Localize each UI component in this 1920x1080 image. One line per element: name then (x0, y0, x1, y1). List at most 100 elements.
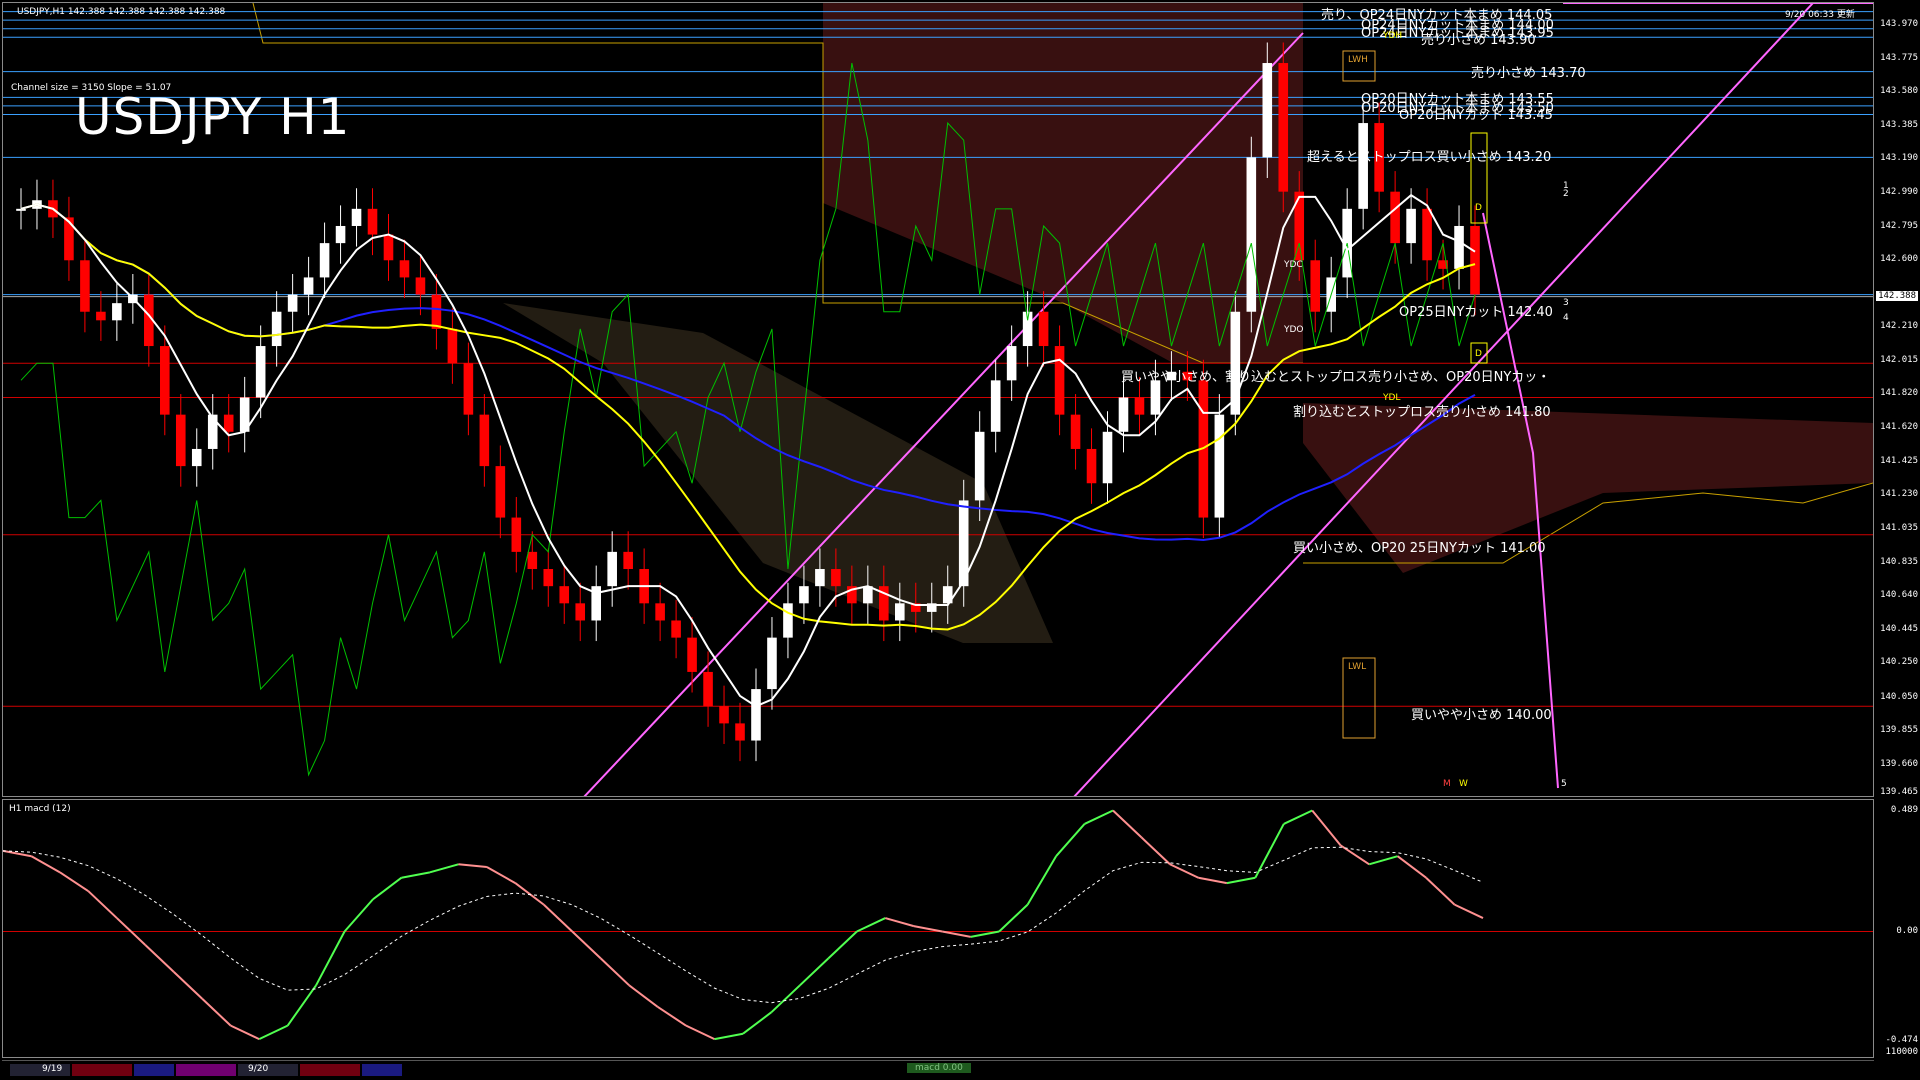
label-w: W (1459, 779, 1468, 789)
candle-body (703, 671, 713, 707)
price-tick: 140.050 (1880, 691, 1918, 702)
candle-body (223, 414, 234, 432)
macd-line-seg (1140, 836, 1171, 866)
label-lwl: LWL (1348, 662, 1367, 672)
macd-line-seg (59, 871, 89, 893)
macd-line-seg (714, 1032, 744, 1041)
macd-line-seg (1226, 876, 1256, 885)
candle-body (112, 303, 122, 321)
candle-body (831, 569, 841, 587)
candle-body (1054, 346, 1065, 415)
macd-line-seg (571, 930, 602, 960)
price-tick: 142.600 (1880, 254, 1918, 265)
price-tick: 140.640 (1880, 590, 1918, 601)
macd-line-seg (30, 855, 61, 874)
candle-body (751, 689, 761, 741)
candle-body (815, 569, 825, 587)
macd-line-seg (1198, 876, 1228, 885)
candle-body (479, 414, 490, 467)
label-d-lower: D (1475, 349, 1482, 359)
price-tick: 141.820 (1880, 388, 1918, 399)
price-tick: 141.620 (1880, 422, 1918, 433)
macd-tab[interactable]: macd 0.00 (907, 1063, 971, 1073)
candle-body (1358, 123, 1368, 209)
label-ydl: YDL (1383, 393, 1401, 403)
price-tick: 142.210 (1880, 321, 1918, 332)
candle-body (287, 294, 298, 312)
price-tick: 142.015 (1880, 354, 1918, 365)
price-tick: 142.990 (1880, 187, 1918, 198)
macd-line-seg (1112, 809, 1143, 839)
label-n4: 4 (1563, 313, 1569, 323)
price-tick: 142.388 (1876, 290, 1918, 301)
candle-body (463, 363, 474, 415)
candle-body (1118, 397, 1129, 432)
candle-body (783, 603, 793, 638)
candle-body (1278, 63, 1289, 192)
macd-line-seg (885, 917, 915, 928)
price-tick: 141.425 (1880, 455, 1918, 466)
main-chart-pane[interactable]: USDJPY,H1 142.388 142.388 142.388 142.38… (2, 2, 1874, 797)
candle-body (575, 603, 586, 621)
annotation-buy-142-00: 買いやや小さめ、割り込むとストップロス売り小さめ、OP20日NYカッ・ (1121, 370, 1551, 385)
macd-canvas (3, 809, 1873, 1041)
candle-body (431, 294, 442, 329)
label-ydh: YDH (1383, 31, 1403, 41)
price-tick: 139.660 (1880, 758, 1918, 769)
annotation-op25-142-40: OP25日NYカット 142.40 (1399, 305, 1553, 320)
macd-tick: 0.489 (1890, 805, 1918, 815)
candle-body (719, 706, 729, 724)
label-d-upper: D (1475, 203, 1482, 213)
annotation-sell-143-90: 売り小さめ 143.90 (1421, 33, 1536, 48)
candle-body (1006, 346, 1017, 381)
label-n2: 2 (1563, 189, 1569, 199)
candle-body (799, 586, 809, 604)
candle-body (367, 208, 378, 235)
candle-body (207, 414, 218, 449)
candle-body (687, 637, 697, 672)
macd-signal-line (3, 846, 1484, 1004)
candle-body (351, 208, 362, 226)
candle-body (559, 586, 570, 604)
price-tick: 139.855 (1880, 725, 1918, 736)
macd-tick: 110000 (1885, 1047, 1918, 1057)
candle-body (1086, 448, 1097, 484)
chart-title: USDJPY H1 (75, 88, 351, 146)
macd-line-seg (856, 917, 886, 933)
candle-body (1038, 311, 1049, 347)
macd-line-seg (486, 866, 516, 884)
price-tick: 140.445 (1880, 623, 1918, 634)
candle-body (607, 551, 617, 587)
candle-body (671, 620, 681, 638)
candle-body (96, 311, 106, 321)
macd-line-seg (343, 898, 374, 933)
date-label-9-20: 9/20 (248, 1064, 269, 1074)
candle-body (1070, 414, 1081, 449)
candle-body (16, 208, 26, 211)
label-ydc: YDC (1284, 260, 1303, 270)
candle-body (255, 346, 266, 398)
candle-body (399, 260, 410, 278)
candle-body (1102, 431, 1113, 484)
annotation-stoploss-141-80: 割り込むとストップロス売り小さめ 141.80 (1293, 405, 1551, 420)
candle-body (543, 569, 554, 587)
candle-body (623, 551, 633, 570)
macd-line-seg (1169, 863, 1199, 879)
macd-line-seg (1055, 823, 1086, 857)
candle-body (335, 225, 346, 244)
macd-line-seg (87, 890, 118, 919)
price-tick: 143.190 (1880, 153, 1918, 164)
macd-line-seg (144, 944, 175, 973)
macd-line-seg (657, 1005, 687, 1027)
macd-line-seg (1397, 855, 1427, 879)
candle-body (191, 448, 202, 467)
candle-body (895, 603, 905, 621)
candle-body (735, 723, 745, 741)
macd-line-seg (1026, 855, 1057, 906)
macd-line-seg (286, 984, 317, 1027)
macd-pane[interactable]: H1 macd (12) (2, 799, 1874, 1058)
candle-body (1150, 380, 1161, 415)
candle-body (511, 517, 522, 552)
macd-axis: 0.489 0.00 -0.474 110000 (1874, 799, 1920, 1058)
candle-body (863, 586, 873, 604)
